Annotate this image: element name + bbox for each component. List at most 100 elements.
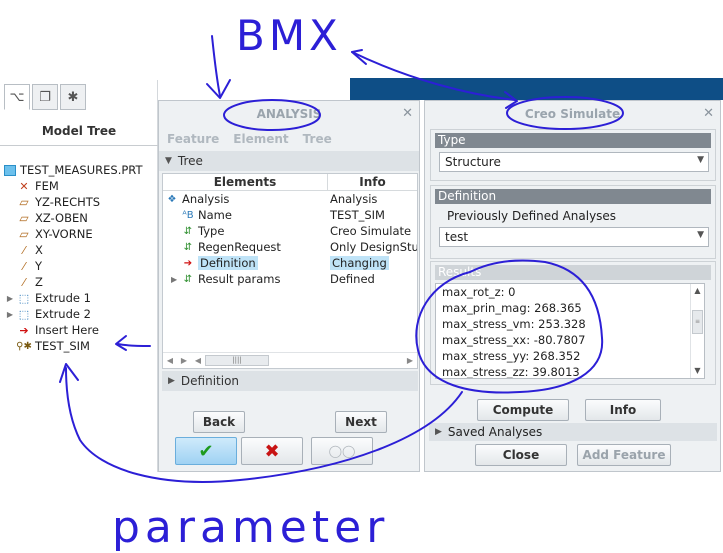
model-tree-item[interactable]: ⁄ Z: [4, 274, 158, 290]
simulation-feature-icon: ⚲✱: [16, 340, 32, 352]
model-tree-item[interactable]: ⁄ X: [4, 242, 158, 258]
menu-element[interactable]: Element: [233, 132, 288, 146]
scrollbar-thumb[interactable]: ≡: [692, 310, 703, 334]
annotation-parameter: parameter: [112, 502, 389, 553]
model-tree-tabs: ⌥ ❐ ✱: [4, 84, 86, 112]
scroll-right-icon[interactable]: ▶: [177, 356, 191, 365]
tree-section-header[interactable]: ▼ Tree: [159, 151, 419, 171]
result-row[interactable]: max_stress_zz: 39.8013: [436, 364, 704, 378]
simulate-dialog-title: Creo Simulate: [524, 107, 621, 121]
menu-tree[interactable]: Tree: [303, 132, 332, 146]
model-tree-title: Model Tree: [0, 116, 158, 146]
chevron-down-icon[interactable]: ▼: [697, 230, 704, 240]
model-tree-item[interactable]: ▱ XY-VORNE: [4, 226, 158, 242]
element-tree-row[interactable]: ❖ Analysis Analysis: [163, 191, 417, 207]
vertical-scrollbar[interactable]: ▲ ≡ ▼: [690, 284, 704, 378]
result-row[interactable]: max_stress_vm: 253.328: [436, 316, 704, 332]
close-button[interactable]: Close: [475, 444, 567, 466]
element-tree-row[interactable]: ⇵ Type Creo Simulate: [163, 223, 417, 239]
model-tree-item[interactable]: ▶ ⬚ Extrude 2: [4, 306, 158, 322]
model-tree-panel: ⌥ ❐ ✱ Model Tree TEST_MEASURES.PRT ✕ FEM ▱ Y…: [0, 80, 158, 472]
element-tree-row[interactable]: ⇵ RegenRequest Only DesignStud: [163, 239, 417, 255]
collapse-triangle-icon: ▼: [165, 156, 172, 166]
datum-axis-icon: ⁄: [23, 243, 25, 257]
element-tree-header: Elements Info: [163, 174, 417, 191]
model-tree-item[interactable]: TEST_MEASURES.PRT: [4, 162, 158, 178]
element-tree-row[interactable]: ▶ ⇵ Result params Defined: [163, 271, 417, 287]
menu-feature[interactable]: Feature: [167, 132, 219, 146]
element-info: Creo Simulate: [330, 224, 412, 238]
scrollbar-track[interactable]: [269, 356, 403, 366]
result-params-icon: ⇵: [183, 273, 193, 285]
annotation-arrowhead-simulate: [351, 49, 367, 65]
analysis-menu-bar: Feature Element Tree: [159, 127, 419, 151]
preview-glasses-button[interactable]: ◯◯: [311, 437, 373, 465]
result-row[interactable]: max_stress_yy: 268.352: [436, 348, 704, 364]
result-row[interactable]: max_prin_mag: 268.365: [436, 300, 704, 316]
result-row[interactable]: max_stress_xx: -80.7807: [436, 332, 704, 348]
model-tree-item-label: XZ-OBEN: [35, 211, 88, 225]
definition-section-header[interactable]: ▶ Definition: [162, 371, 418, 391]
expand-triangle-icon: ▶: [435, 427, 442, 437]
tree-section-label: Tree: [177, 154, 203, 168]
scroll-right-icon-2[interactable]: ▶: [403, 356, 417, 365]
cancel-x-button[interactable]: ✖: [241, 437, 303, 465]
scroll-up-icon[interactable]: ▲: [691, 284, 704, 298]
saved-analyses-header[interactable]: ▶ Saved Analyses: [429, 423, 717, 441]
scrollbar-thumb[interactable]: ||||: [205, 355, 269, 366]
expand-arrow-icon[interactable]: ▶: [4, 310, 16, 319]
scroll-down-icon[interactable]: ▼: [691, 364, 704, 378]
close-icon[interactable]: ✕: [402, 101, 413, 127]
model-tree-item-label: XY-VORNE: [35, 227, 93, 241]
type-select[interactable]: Structure ▼: [439, 152, 709, 172]
horizontal-scrollbar[interactable]: ◀ ▶ ◀ |||| ▶: [163, 352, 417, 368]
model-tree-item-label: YZ-RECHTS: [35, 195, 101, 209]
element-tree-row[interactable]: ➔ Definition Changing: [163, 255, 417, 271]
elements-column-header: Elements: [163, 174, 328, 190]
result-row[interactable]: max_rot_z: 0: [436, 284, 704, 300]
tree-view-icon[interactable]: ⌥: [4, 84, 30, 110]
close-icon[interactable]: ✕: [703, 101, 714, 127]
add-feature-button[interactable]: Add Feature: [577, 444, 671, 466]
element-tree: Elements Info ❖ Analysis Analysis ᴬB Name TES…: [162, 173, 418, 369]
type-element-icon: ⇵: [183, 225, 193, 237]
results-rows: max_rot_z: 0 max_prin_mag: 268.365 max_str…: [436, 284, 704, 378]
model-tree-item[interactable]: ▱ YZ-RECHTS: [4, 194, 158, 210]
element-info: Analysis: [330, 192, 378, 206]
folder-browser-icon[interactable]: ❐: [32, 84, 58, 110]
element-label: RegenRequest: [198, 240, 281, 254]
expand-arrow-icon[interactable]: ▶: [4, 294, 16, 303]
saved-analyses-label: Saved Analyses: [447, 425, 543, 439]
model-tree-item[interactable]: ⚲✱ TEST_SIM: [4, 338, 158, 354]
expand-arrow-icon[interactable]: ▶: [171, 275, 181, 284]
element-tree-rows: ❖ Analysis Analysis ᴬB Name TEST_SIM ⇵ Type Creo…: [163, 191, 417, 287]
model-tree-item[interactable]: ⁄ Y: [4, 258, 158, 274]
model-tree-item-label: FEM: [35, 179, 59, 193]
model-tree-item[interactable]: ➔ Insert Here: [4, 322, 158, 338]
element-info: TEST_SIM: [330, 208, 385, 222]
scroll-left-icon-2[interactable]: ◀: [191, 356, 205, 365]
results-group-label: Results: [435, 265, 711, 280]
model-tree-item[interactable]: ✕ FEM: [4, 178, 158, 194]
chevron-down-icon[interactable]: ▼: [697, 155, 704, 165]
simulate-dialog-titlebar[interactable]: Creo Simulate ✕: [425, 101, 720, 127]
analysis-dialog-titlebar[interactable]: ANALYSIS ✕: [159, 101, 419, 127]
element-info: Only DesignStud: [330, 240, 417, 254]
element-tree-row[interactable]: ᴬB Name TEST_SIM: [163, 207, 417, 223]
annotation-arrowhead-analysis: [206, 79, 231, 99]
element-label: Analysis: [182, 192, 230, 206]
compute-button[interactable]: Compute: [477, 399, 569, 421]
ok-check-button[interactable]: ✔: [175, 437, 237, 465]
analysis-select[interactable]: test ▼: [439, 227, 709, 247]
previously-defined-label: Previously Defined Analyses: [447, 209, 617, 223]
scroll-left-icon[interactable]: ◀: [163, 356, 177, 365]
type-select-value: Structure: [445, 155, 501, 169]
next-button[interactable]: Next: [335, 411, 387, 433]
back-button[interactable]: Back: [193, 411, 245, 433]
info-button[interactable]: Info: [585, 399, 661, 421]
results-list[interactable]: max_rot_z: 0 max_prin_mag: 268.365 max_str…: [435, 283, 705, 379]
model-tree-item[interactable]: ▱ XZ-OBEN: [4, 210, 158, 226]
favorites-icon[interactable]: ✱: [60, 84, 86, 110]
model-tree-item-label: Extrude 1: [35, 291, 91, 305]
model-tree-item[interactable]: ▶ ⬚ Extrude 1: [4, 290, 158, 306]
